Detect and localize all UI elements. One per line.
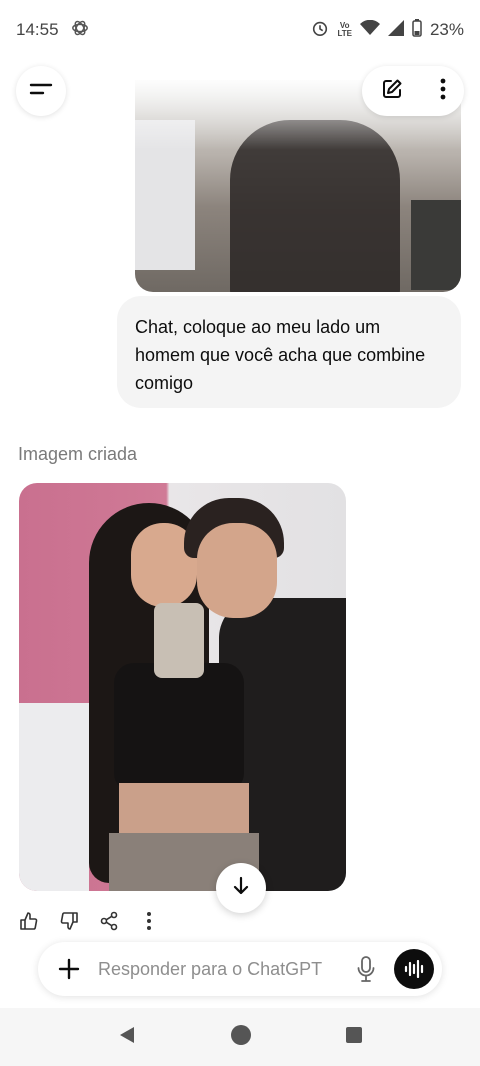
voice-mode-button[interactable]	[394, 949, 434, 989]
home-icon[interactable]	[230, 1024, 252, 1051]
composer: Responder para o ChatGPT	[38, 942, 442, 996]
thumbs-down-icon[interactable]	[58, 910, 80, 932]
chatgpt-logo-icon	[71, 19, 89, 42]
image-skin	[119, 783, 249, 838]
generated-image[interactable]	[19, 483, 346, 891]
alarm-icon	[311, 19, 329, 42]
wifi-icon	[359, 19, 380, 41]
image-man-face	[197, 523, 277, 618]
message-input[interactable]: Responder para o ChatGPT	[98, 959, 352, 980]
arrow-down-icon	[230, 875, 252, 902]
menu-button[interactable]	[16, 66, 66, 116]
back-icon[interactable]	[117, 1025, 137, 1050]
message-actions	[18, 908, 160, 934]
scroll-down-button[interactable]	[216, 863, 266, 913]
menu-icon	[29, 81, 53, 102]
mic-icon[interactable]	[352, 955, 380, 983]
battery-icon	[412, 18, 422, 42]
plus-icon[interactable]	[56, 956, 82, 982]
image-woman-top	[114, 663, 244, 793]
header-actions	[362, 66, 464, 116]
battery-level: 23%	[429, 20, 464, 39]
status-time: 14:55	[16, 20, 59, 39]
new-chat-icon[interactable]	[380, 77, 404, 106]
more-vertical-icon[interactable]	[138, 910, 160, 932]
share-icon[interactable]	[98, 910, 120, 932]
more-vertical-icon[interactable]	[440, 78, 446, 105]
image-plant	[411, 200, 461, 290]
recents-icon[interactable]	[345, 1026, 363, 1049]
voice-mode-icon	[404, 960, 424, 978]
network-type: Vo LTE	[337, 22, 352, 38]
image-phone	[154, 603, 204, 678]
network-label-bottom: LTE	[337, 29, 352, 38]
system-nav-bar	[0, 1008, 480, 1066]
user-message: Chat, coloque ao meu lado um homem que v…	[117, 296, 461, 408]
signal-icon	[387, 19, 404, 41]
status-bar: 14:55 Vo LTE 23%	[0, 0, 480, 60]
thumbs-up-icon[interactable]	[18, 910, 40, 932]
image-caption: Imagem criada	[18, 444, 138, 464]
image-door	[19, 703, 89, 891]
